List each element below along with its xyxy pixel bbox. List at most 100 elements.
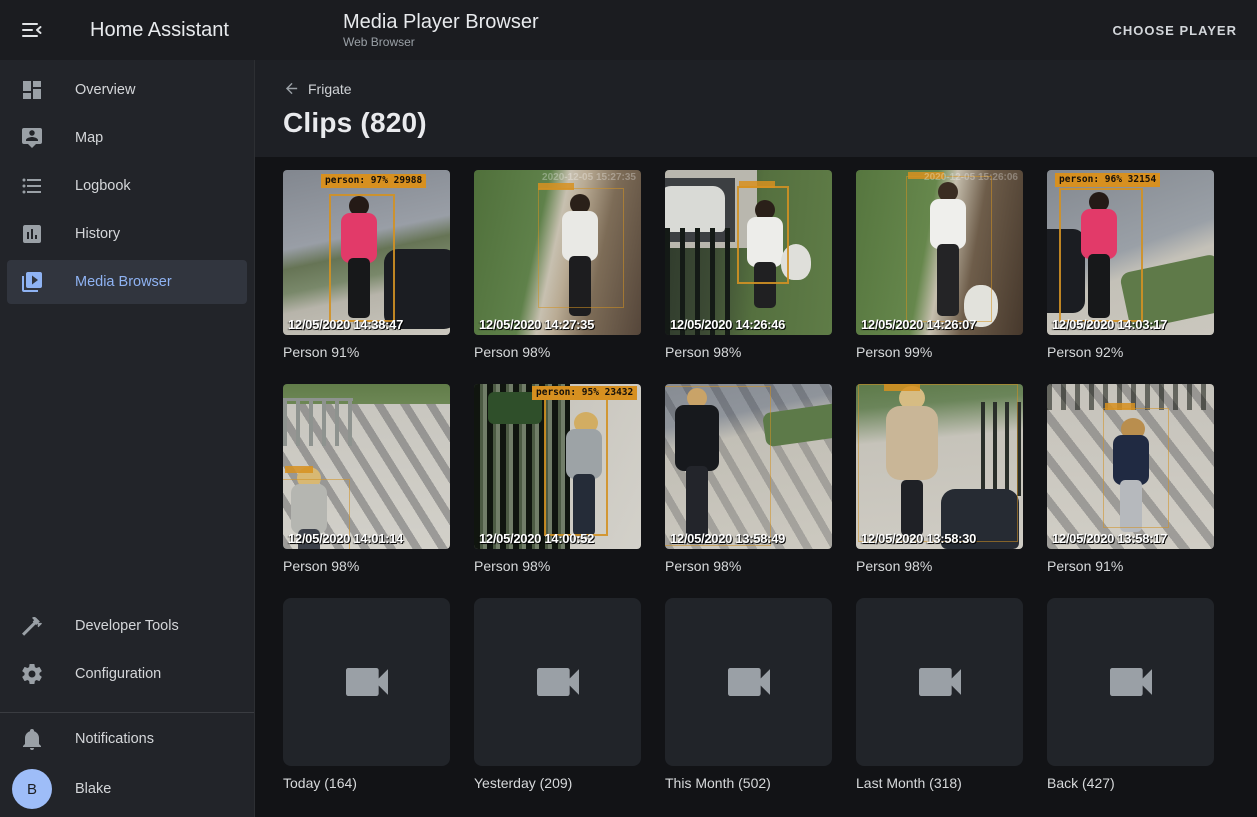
page-title: Clips (820): [283, 107, 1233, 139]
sidebar-item-overview[interactable]: Overview: [0, 66, 254, 114]
video-camera-icon: [1103, 654, 1159, 710]
sidebar-item-media-browser[interactable]: Media Browser: [0, 258, 254, 306]
sidebar-spacer: [0, 306, 254, 602]
clip-card[interactable]: 12/05/2020 13:58:17 Person 91%: [1047, 384, 1214, 574]
list-icon: [20, 174, 44, 198]
sidebar-item-history[interactable]: History: [0, 210, 254, 258]
timestamp-overlay: 12/05/2020 14:26:07: [861, 317, 976, 332]
detection-tag: person: 96% 32154: [1055, 173, 1160, 187]
clip-card[interactable]: 2020-12-05 15:26:06 12/05/2020 14:26:07 …: [856, 170, 1023, 360]
clip-card[interactable]: person: 96% 32154 12/05/2020 14:03:17 Pe…: [1047, 170, 1214, 360]
choose-player-button[interactable]: CHOOSE PLAYER: [1113, 23, 1238, 38]
arrow-left-icon: [283, 80, 300, 97]
timestamp-overlay: 12/05/2020 14:03:17: [1052, 317, 1167, 332]
panel-title: Media Player Browser: [343, 10, 539, 34]
timestamp-overlay: 12/05/2020 14:00:52: [479, 531, 594, 546]
folder-card-yesterday[interactable]: Yesterday (209): [474, 598, 641, 791]
sidebar-item-user-profile[interactable]: B Blake: [0, 767, 254, 815]
folder-thumbnail: [665, 598, 832, 766]
clip-card[interactable]: person: 95% 23432 12/05/2020 14:00:52 Pe…: [474, 384, 641, 574]
detection-tag-small: [538, 183, 574, 190]
clip-thumbnail: person: 96% 32154 12/05/2020 14:03:17: [1047, 170, 1214, 335]
gate-shape: [283, 398, 353, 446]
folder-thumbnail: [283, 598, 450, 766]
detection-box: [737, 186, 789, 284]
detection-tag-small: [285, 466, 313, 473]
dashboard-icon: [20, 78, 44, 102]
detection-box: [665, 386, 771, 546]
clip-caption: Person 98%: [474, 344, 641, 360]
detection-box: [858, 384, 1018, 542]
clip-card[interactable]: 12/05/2020 14:26:46 Person 98%: [665, 170, 832, 360]
clip-caption: Person 98%: [474, 558, 641, 574]
media-browser-header: Frigate Clips (820): [255, 60, 1257, 157]
avatar: B: [12, 769, 52, 809]
detection-box: [1103, 408, 1169, 528]
media-grid: person: 97% 29988 12/05/2020 14:38:47 Pe…: [255, 157, 1257, 804]
detection-tag: person: 95% 23432: [532, 386, 637, 400]
detection-box: [906, 176, 992, 322]
folder-card-this-month[interactable]: This Month (502): [665, 598, 832, 791]
folder-card-today[interactable]: Today (164): [283, 598, 450, 791]
topbar-main: Media Player Browser Web Browser CHOOSE …: [255, 0, 1257, 60]
folder-thumbnail: [1047, 598, 1214, 766]
car-shape: [665, 186, 725, 232]
breadcrumb-back-link[interactable]: Frigate: [283, 80, 352, 97]
folder-caption: Last Month (318): [856, 775, 1023, 791]
sidebar: Overview Map Logbook: [0, 60, 255, 817]
folder-thumbnail: [856, 598, 1023, 766]
folder-card-back[interactable]: Back (427): [1047, 598, 1214, 791]
sidebar-item-developer-tools[interactable]: Developer Tools: [0, 602, 254, 650]
clip-card[interactable]: 12/05/2020 13:58:49 Person 98%: [665, 384, 832, 574]
clip-thumbnail: person: 95% 23432 12/05/2020 14:00:52: [474, 384, 641, 549]
video-camera-icon: [339, 654, 395, 710]
timestamp-overlay: 12/05/2020 14:01:14: [288, 531, 403, 546]
gear-icon: [20, 662, 44, 686]
clip-caption: Person 92%: [1047, 344, 1214, 360]
clip-card[interactable]: 12/05/2020 14:01:14 Person 98%: [283, 384, 450, 574]
folder-card-last-month[interactable]: Last Month (318): [856, 598, 1023, 791]
clip-thumbnail: 12/05/2020 13:58:49: [665, 384, 832, 549]
video-camera-icon: [721, 654, 777, 710]
folder-caption: Back (427): [1047, 775, 1214, 791]
clip-thumbnail: 2020-12-05 15:26:06 12/05/2020 14:26:07: [856, 170, 1023, 335]
hammer-icon: [20, 614, 44, 638]
bell-icon: [20, 727, 44, 751]
detection-tag: person: 97% 29988: [321, 174, 426, 188]
app-title: Home Assistant: [90, 19, 229, 42]
sidebar-item-map[interactable]: Map: [0, 114, 254, 162]
bar-chart-icon: [20, 222, 44, 246]
sidebar-item-notifications[interactable]: Notifications: [0, 717, 254, 765]
menu-collapse-icon: [20, 18, 44, 42]
clip-thumbnail: person: 97% 29988 12/05/2020 14:38:47: [283, 170, 450, 335]
clip-caption: Person 99%: [856, 344, 1023, 360]
timestamp-overlay: 12/05/2020 14:38:47: [288, 317, 403, 332]
clip-caption: Person 98%: [665, 344, 832, 360]
clip-caption: Person 98%: [283, 558, 450, 574]
media-browser-panel: Frigate Clips (820) person: 97% 29988 12…: [255, 60, 1257, 817]
timestamp-overlay: 12/05/2020 13:58:49: [670, 531, 785, 546]
sidebar-toggle-button[interactable]: [20, 18, 44, 42]
panel-title-block: Media Player Browser Web Browser: [343, 10, 539, 50]
clip-thumbnail: 12/05/2020 14:26:46: [665, 170, 832, 335]
detection-tag-small: [739, 181, 775, 188]
sidebar-item-logbook[interactable]: Logbook: [0, 162, 254, 210]
video-camera-icon: [912, 654, 968, 710]
clip-thumbnail: 12/05/2020 13:58:30: [856, 384, 1023, 549]
video-camera-icon: [530, 654, 586, 710]
clip-caption: Person 91%: [283, 344, 450, 360]
map-account-icon: [20, 126, 44, 150]
clip-card[interactable]: 2020-12-05 15:27:35 12/05/2020 14:27:35 …: [474, 170, 641, 360]
detection-box: [1059, 188, 1143, 322]
grass-shape: [762, 403, 832, 448]
folder-caption: Today (164): [283, 775, 450, 791]
clip-caption: Person 91%: [1047, 558, 1214, 574]
detection-box: [538, 188, 624, 308]
clip-thumbnail: 12/05/2020 14:01:14: [283, 384, 450, 549]
clip-card[interactable]: person: 97% 29988 12/05/2020 14:38:47 Pe…: [283, 170, 450, 360]
top-bar: Home Assistant Media Player Browser Web …: [0, 0, 1257, 60]
clip-card[interactable]: 12/05/2020 13:58:30 Person 98%: [856, 384, 1023, 574]
detection-box: [329, 194, 395, 322]
sidebar-item-configuration[interactable]: Configuration: [0, 650, 254, 698]
folder-caption: Yesterday (209): [474, 775, 641, 791]
